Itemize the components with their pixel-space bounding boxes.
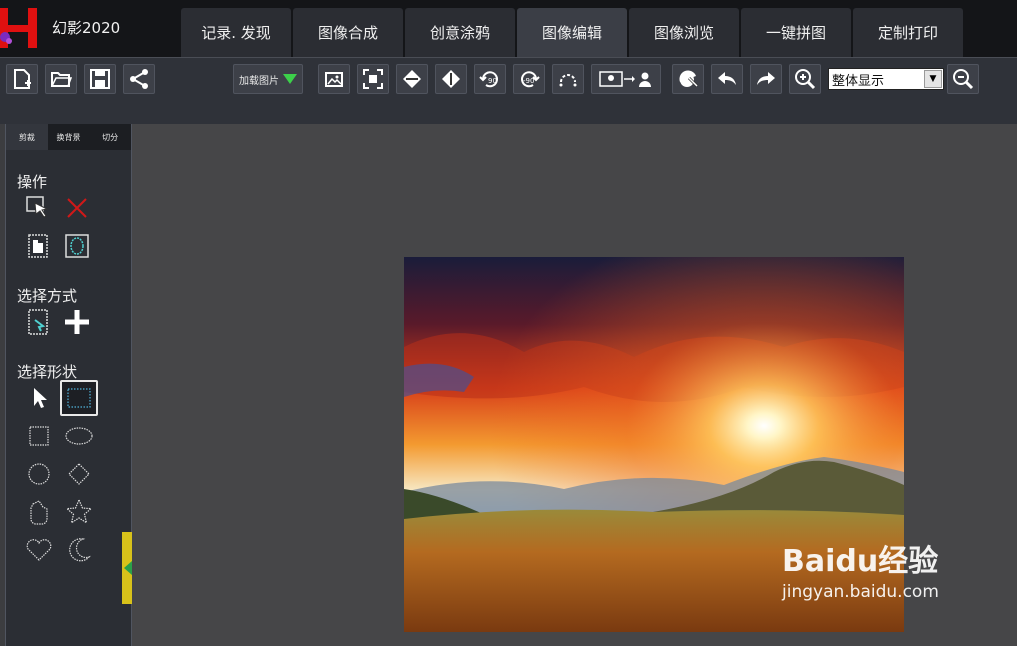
section-select-shape-label: 选择形状 [17,363,78,381]
close-icon [67,198,87,218]
panel-tabs: 剪裁 换背景 切分 [6,124,131,150]
load-image-button[interactable]: 加载图片 [233,64,303,94]
fit-image-button[interactable] [318,64,350,94]
panel-tab-crop[interactable]: 剪裁 [6,124,48,150]
rotate-right-icon: -90 [521,71,540,88]
fullscreen-icon [363,69,383,89]
rotate-left-90-button[interactable]: 90 [474,64,506,94]
shape-circle-tool[interactable] [22,458,56,490]
select-region-tool[interactable] [22,192,56,224]
toolbar: 加载图片 90 -90 整体显示 ▼ [0,57,1017,124]
watermark-url: jingyan.baidu.com [782,582,939,602]
crop-shape-icon [28,234,48,258]
dropdown-triangle-icon [283,74,297,84]
shape-polygon-tool[interactable] [22,496,56,528]
app-logo [0,6,44,50]
new-file-button[interactable] [6,64,38,94]
select-cursor-icon [26,196,49,218]
delete-selection-tool[interactable] [60,192,94,224]
manual-select-icon [28,309,48,335]
flip-horizontal-icon [403,70,421,88]
svg-text:90: 90 [488,77,497,85]
shape-pointer-tool[interactable] [22,382,56,414]
svg-text:-90: -90 [523,77,534,85]
tab-image-edit[interactable]: 图像编辑 [517,8,627,57]
rotate-free-button[interactable] [552,64,584,94]
image-fit-icon [325,72,343,87]
face-replace-icon [599,71,651,87]
save-icon [90,69,110,89]
circle-icon [28,463,50,485]
rotate-free-icon [559,74,577,87]
star-icon [65,498,93,524]
flip-horizontal-button[interactable] [396,64,428,94]
shape-diamond-tool[interactable] [62,458,96,490]
watermark: Baidu经验 jingyan.baidu.com [782,536,939,602]
zoom-out-button[interactable] [947,64,979,94]
panel-tab-split[interactable]: 切分 [89,124,131,150]
shape-rectangle-tool[interactable] [22,420,56,452]
redo-button[interactable] [750,64,782,94]
redo-icon [757,72,775,85]
manual-select-tool[interactable] [22,306,56,338]
zoom-in-icon [795,69,816,90]
new-file-icon [14,69,31,89]
rectangle-icon [29,426,49,446]
undo-icon [718,72,736,85]
tab-doodle[interactable]: 创意涂鸦 [405,8,515,57]
tab-record[interactable]: 记录. 发现 [181,8,291,57]
zoom-mode-value: 整体显示 [832,73,885,89]
face-replace-button[interactable] [591,64,661,94]
crop-apply-tool[interactable] [22,230,56,262]
heart-icon [26,539,52,561]
add-selection-tool[interactable] [60,306,94,338]
polygon-icon [30,500,48,525]
chevron-down-icon: ▼ [924,70,942,88]
tab-image-compose[interactable]: 图像合成 [293,8,403,57]
crescent-moon-icon [69,538,91,562]
panel-tab-change-background[interactable]: 换背景 [48,124,90,150]
magic-edit-icon [679,70,699,88]
shape-star-tool[interactable] [62,496,96,528]
share-icon [130,69,148,89]
tab-image-browse[interactable]: 图像浏览 [629,8,739,57]
shape-ellipse-tool[interactable] [62,420,96,452]
ellipse-region-tool[interactable] [60,230,94,262]
tab-collage[interactable]: 一键拼图 [741,8,851,57]
watermark-logo-text: Baidu经验 [782,544,939,579]
undo-button[interactable] [711,64,743,94]
app-title: 幻影2020 [52,19,121,37]
zoom-mode-select[interactable]: 整体显示 ▼ [828,68,944,90]
section-operate-label: 操作 [17,173,48,191]
open-file-button[interactable] [45,64,77,94]
ellipse-region-icon [65,234,89,258]
tool-panel: 剪裁 换背景 切分 操作 选择方式 选择形状 [5,124,134,646]
shape-moon-tool[interactable] [62,534,96,566]
share-button[interactable] [123,64,155,94]
save-button[interactable] [84,64,116,94]
rotate-left-icon: 90 [479,71,498,88]
folder-open-icon [50,72,72,87]
zoom-out-icon [953,69,974,90]
load-image-label: 加载图片 [239,75,279,87]
ellipse-icon [65,427,93,445]
main-tabs: 记录. 发现 图像合成 创意涂鸦 图像编辑 图像浏览 一键拼图 定制打印 [181,8,965,57]
flip-vertical-button[interactable] [435,64,467,94]
fullscreen-button[interactable] [357,64,389,94]
dashed-rect-icon [67,388,91,408]
collapse-arrow-icon [124,561,132,575]
pointer-arrow-icon [34,388,47,408]
diamond-icon [68,463,90,485]
rotate-right-90-button[interactable]: -90 [513,64,545,94]
auto-beauty-button[interactable] [672,64,704,94]
top-bar: 幻影2020 记录. 发现 图像合成 创意涂鸦 图像编辑 图像浏览 一键拼图 定… [0,0,1017,57]
section-select-mode-label: 选择方式 [17,287,78,305]
flip-vertical-icon [442,70,460,88]
tab-custom-print[interactable]: 定制打印 [853,8,963,57]
shape-heart-tool[interactable] [22,534,56,566]
shape-rect-selected-tool[interactable] [60,380,98,416]
zoom-in-button[interactable] [789,64,821,94]
plus-icon [65,310,89,334]
